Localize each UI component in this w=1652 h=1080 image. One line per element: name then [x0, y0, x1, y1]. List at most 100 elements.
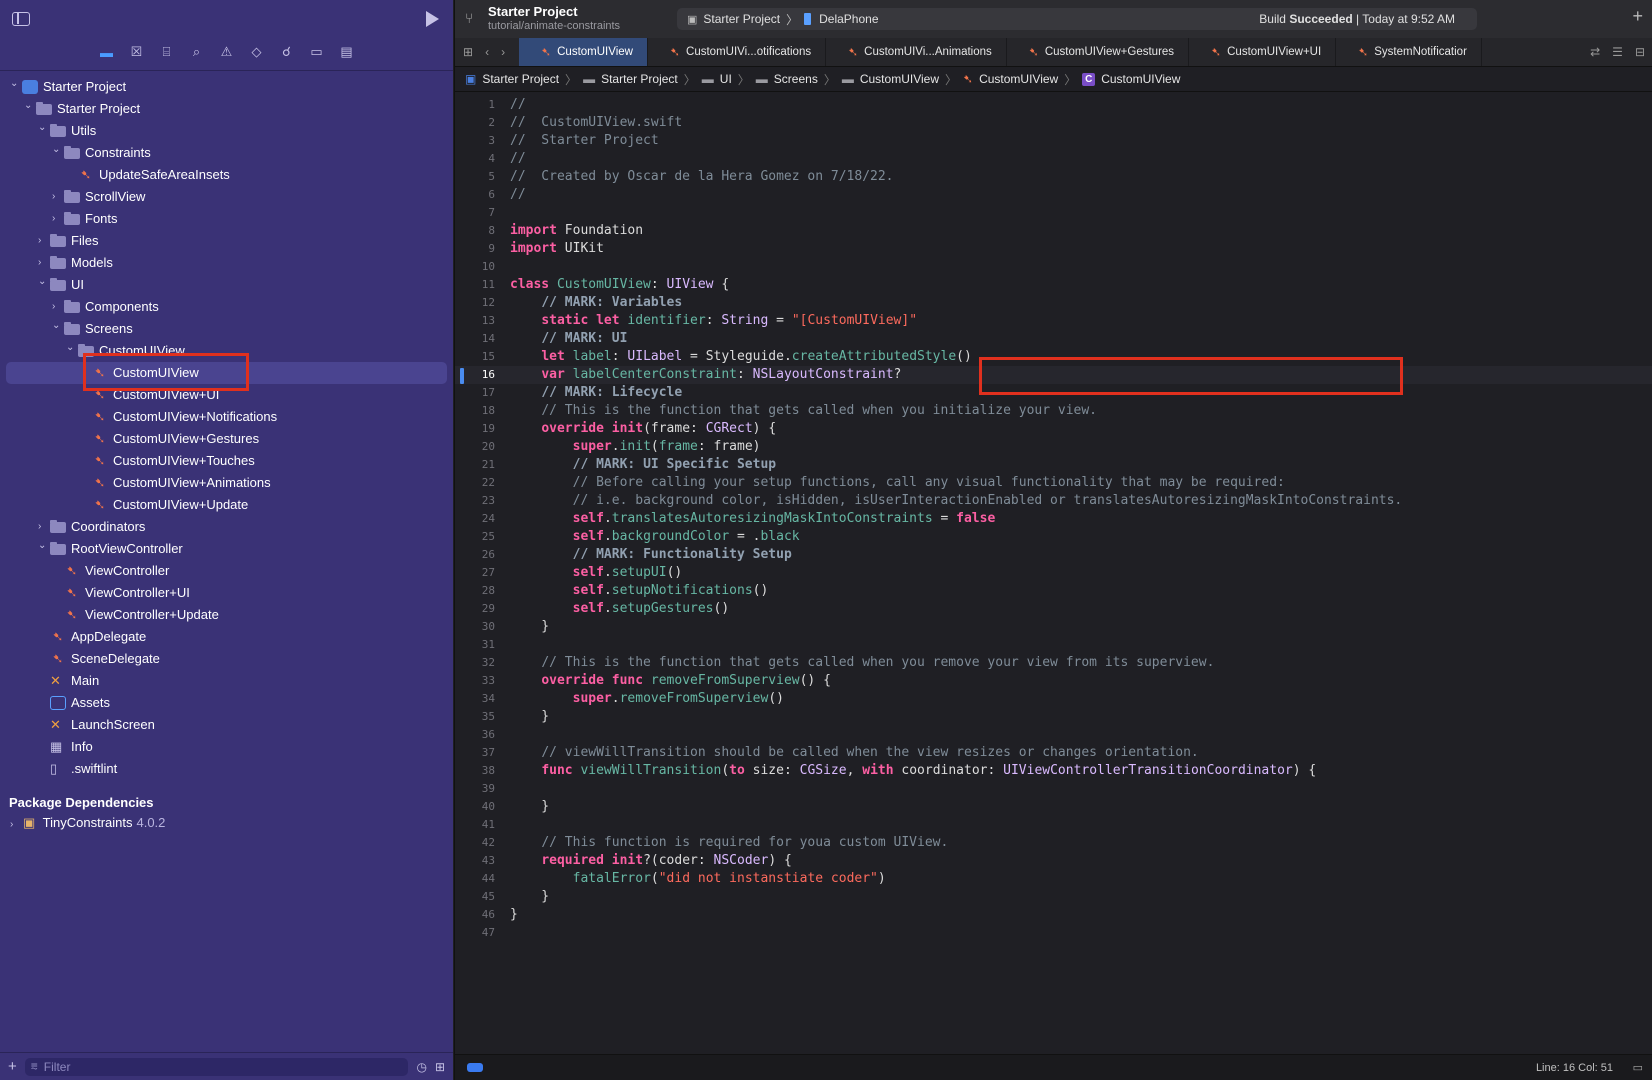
- breadcrumb-item[interactable]: Screens: [774, 72, 818, 86]
- editor-tab[interactable]: ➷ SystemNotificatior: [1336, 38, 1482, 66]
- code-line[interactable]: 22 // Before calling your setup function…: [455, 474, 1652, 492]
- chevron-down-icon[interactable]: ⌄: [38, 271, 48, 293]
- tree-item[interactable]: ▯ .swiftlint: [0, 758, 453, 780]
- code-line[interactable]: 24 self.translatesAutoresizingMaskIntoCo…: [455, 510, 1652, 528]
- code-line[interactable]: 18 // This is the function that gets cal…: [455, 402, 1652, 420]
- code-line[interactable]: 11 class CustomUIView: UIView {: [455, 276, 1652, 294]
- chevron-down-icon[interactable]: ⌄: [66, 337, 76, 359]
- breadcrumb-item[interactable]: CustomUIView: [1101, 72, 1180, 86]
- tree-item[interactable]: ➷ ViewController+Update: [0, 604, 453, 626]
- tree-item[interactable]: ➷ UpdateSafeAreaInsets: [0, 164, 453, 186]
- tree-item[interactable]: ➷ CustomUIView+Touches: [0, 450, 453, 472]
- run-button[interactable]: [426, 11, 439, 27]
- code-line[interactable]: 42 // This function is required for youa…: [455, 834, 1652, 852]
- code-line[interactable]: 45 }: [455, 888, 1652, 906]
- code-line[interactable]: 20 super.init(frame: frame): [455, 438, 1652, 456]
- chevron-right-icon[interactable]: ›: [10, 819, 13, 830]
- chevron-down-icon[interactable]: ⌄: [52, 139, 62, 161]
- swap-icon[interactable]: ⇄: [1590, 45, 1600, 59]
- scheme-selector[interactable]: Starter Project: [703, 12, 780, 26]
- tree-item[interactable]: ➷ ViewController+UI: [0, 582, 453, 604]
- tree-item[interactable]: › Files: [0, 230, 453, 252]
- code-line[interactable]: 44 fatalError("did not instanstiate code…: [455, 870, 1652, 888]
- debug-area-toggle[interactable]: [467, 1063, 483, 1072]
- code-line[interactable]: 7: [455, 204, 1652, 222]
- inspector-toggle-icon[interactable]: ▭: [1633, 1061, 1643, 1074]
- breadcrumb-item[interactable]: Starter Project: [601, 72, 678, 86]
- code-line[interactable]: 27 self.setupUI(): [455, 564, 1652, 582]
- code-editor[interactable]: 1 // 2 // CustomUIView.swift 3 // Starter Pro…: [455, 96, 1652, 942]
- code-line[interactable]: 26 // MARK: Functionality Setup: [455, 546, 1652, 564]
- code-line[interactable]: 23 // i.e. background color, isHidden, i…: [455, 492, 1652, 510]
- editor-tab[interactable]: ➷ CustomUIVi...Animations: [826, 38, 1007, 66]
- tree-item[interactable]: ✕ Main: [0, 670, 453, 692]
- editor-tab[interactable]: ➷ CustomUIView+Gestures: [1007, 38, 1190, 66]
- code-line[interactable]: 46}: [455, 906, 1652, 924]
- chevron-down-icon[interactable]: ⌄: [10, 73, 20, 95]
- chevron-right-icon[interactable]: ›: [52, 186, 62, 208]
- code-line[interactable]: 28 self.setupNotifications(): [455, 582, 1652, 600]
- breadcrumb-item[interactable]: UI: [720, 72, 732, 86]
- code-line[interactable]: 6 //: [455, 186, 1652, 204]
- code-line[interactable]: 10: [455, 258, 1652, 276]
- warning-icon[interactable]: ⚠: [218, 44, 236, 60]
- grid-icon[interactable]: ⊞: [463, 45, 473, 59]
- debug-icon[interactable]: ☌: [278, 44, 296, 60]
- device-selector[interactable]: DelaPhone: [819, 12, 878, 26]
- tree-item[interactable]: ⌄ RootViewController: [0, 538, 453, 560]
- tree-item[interactable]: › Components: [0, 296, 453, 318]
- report-icon[interactable]: ▤: [338, 44, 356, 60]
- code-line[interactable]: 29 self.setupGestures(): [455, 600, 1652, 618]
- recent-files-icon[interactable]: ◷: [416, 1060, 426, 1074]
- code-line[interactable]: 21 // MARK: UI Specific Setup: [455, 456, 1652, 474]
- add-editor-icon[interactable]: ⊟: [1635, 45, 1645, 59]
- code-line[interactable]: 33 override func removeFromSuperview() {: [455, 672, 1652, 690]
- code-line[interactable]: 13 static let identifier: String = "[Cus…: [455, 312, 1652, 330]
- filter-input[interactable]: ⩳ Filter: [24, 1057, 409, 1076]
- code-line[interactable]: 5 // Created by Oscar de la Hera Gomez on…: [455, 168, 1652, 186]
- code-line[interactable]: 30 }: [455, 618, 1652, 636]
- back-icon[interactable]: ‹: [485, 45, 489, 59]
- editor-options-icon[interactable]: ☰: [1612, 45, 1623, 59]
- code-line[interactable]: 38 func viewWillTransition(to size: CGSi…: [455, 762, 1652, 780]
- code-line[interactable]: 40 }: [455, 798, 1652, 816]
- code-line[interactable]: 8 import Foundation: [455, 222, 1652, 240]
- editor-tab[interactable]: ➷ CustomUIView+UI: [1189, 38, 1337, 66]
- sidebar-toggle-icon[interactable]: [12, 12, 30, 26]
- add-icon[interactable]: +: [1632, 6, 1643, 27]
- package-item[interactable]: › ▣ TinyConstraints 4.0.2: [10, 815, 165, 831]
- breakpoint-icon[interactable]: ▭: [308, 44, 326, 60]
- code-line[interactable]: 43 required init?(coder: NSCoder) {: [455, 852, 1652, 870]
- tree-item[interactable]: ⌄ UI: [0, 274, 453, 296]
- code-line[interactable]: 39: [455, 780, 1652, 798]
- chevron-down-icon[interactable]: ⌄: [24, 95, 34, 117]
- tree-item[interactable]: ➷ CustomUIView+Update: [0, 494, 453, 516]
- tree-item[interactable]: ✕ LaunchScreen: [0, 714, 453, 736]
- tree-item[interactable]: ⌄ Starter Project: [0, 98, 453, 120]
- editor-tab[interactable]: ➷ CustomUIVi...otifications: [648, 38, 827, 66]
- add-icon[interactable]: +: [8, 1058, 17, 1075]
- code-line[interactable]: 19 override init(frame: CGRect) {: [455, 420, 1652, 438]
- tree-item[interactable]: › Coordinators: [0, 516, 453, 538]
- filter-options-icon[interactable]: ⩳: [31, 1059, 38, 1074]
- tree-item[interactable]: › Fonts: [0, 208, 453, 230]
- chevron-down-icon[interactable]: ⌄: [38, 117, 48, 139]
- chevron-right-icon[interactable]: ›: [52, 208, 62, 230]
- tree-item[interactable]: Assets: [0, 692, 453, 714]
- search-icon[interactable]: ⌕: [188, 44, 206, 60]
- code-line[interactable]: 47: [455, 924, 1652, 942]
- tree-item[interactable]: ➷ SceneDelegate: [0, 648, 453, 670]
- breadcrumb-item[interactable]: CustomUIView: [860, 72, 939, 86]
- tree-item[interactable]: ➷ ViewController: [0, 560, 453, 582]
- tree-item[interactable]: ➷ AppDelegate: [0, 626, 453, 648]
- forward-icon[interactable]: ›: [501, 45, 505, 59]
- code-line[interactable]: 3 // Starter Project: [455, 132, 1652, 150]
- code-line[interactable]: 35 }: [455, 708, 1652, 726]
- code-line[interactable]: 4 //: [455, 150, 1652, 168]
- code-line[interactable]: 9 import UIKit: [455, 240, 1652, 258]
- breadcrumb-item[interactable]: Starter Project: [482, 72, 559, 86]
- folder-icon[interactable]: ▬: [98, 44, 116, 60]
- tree-item[interactable]: ➷ CustomUIView+Notifications: [0, 406, 453, 428]
- tree-item[interactable]: ⌄ Utils: [0, 120, 453, 142]
- tree-item[interactable]: ➷ CustomUIView+Gestures: [0, 428, 453, 450]
